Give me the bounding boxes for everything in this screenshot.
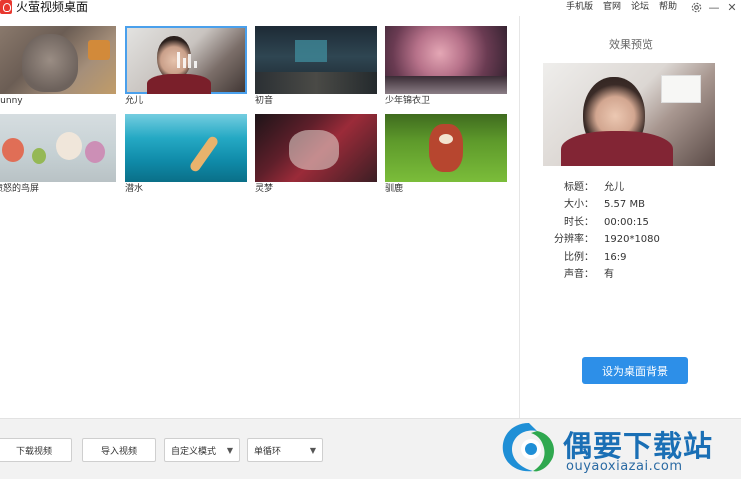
gear-icon[interactable] — [687, 0, 705, 14]
wallpaper-label: 少年锦衣卫 — [385, 96, 431, 106]
wallpaper-thumbnail[interactable] — [125, 114, 247, 182]
info-value: 5.57 MB — [604, 199, 645, 211]
info-row-title: 标题： 允儿 — [520, 179, 741, 196]
preview-panel: 效果预览 标题： 允儿 大小： 5.57 MB 时长： 00:00:15 分辨率… — [519, 16, 741, 418]
wallpaper-tile-deer[interactable]: 驯鹿 — [385, 114, 507, 195]
download-video-button[interactable]: 下载视频 — [0, 438, 72, 462]
info-value: 1920*1080 — [604, 234, 660, 246]
wallpaper-tile-yun[interactable]: 允儿 — [125, 26, 247, 107]
wallpaper-label: 灵梦 — [255, 184, 274, 194]
preview-image — [543, 63, 715, 166]
wallpaper-tile-birds[interactable]: 愤怒的鸟屏 — [0, 114, 116, 195]
wallpaper-thumbnail[interactable] — [125, 26, 247, 94]
preview-background-detail — [661, 75, 701, 103]
video-info: 标题： 允儿 大小： 5.57 MB 时长： 00:00:15 分辨率： 192… — [520, 179, 741, 283]
wallpaper-thumbnail[interactable] — [385, 26, 507, 94]
mode-select-value: 自定义模式 — [171, 446, 217, 457]
info-key: 分辨率： — [554, 234, 594, 246]
info-key: 比例： — [564, 251, 594, 263]
wallpaper-tile-dive[interactable]: 潜水 — [125, 114, 247, 195]
forum-link[interactable]: 论坛 — [631, 0, 649, 14]
wallpaper-label: 驯鹿 — [385, 184, 404, 194]
info-key: 标题： — [564, 182, 594, 193]
info-row-duration: 时长： 00:00:15 — [520, 214, 741, 231]
watermark-url: ouyaoxiazai.com — [566, 459, 683, 474]
info-key: 大小： — [564, 199, 594, 211]
chevron-down-icon: ▼ — [226, 445, 233, 455]
wallpaper-label: 愤怒的鸟屏 — [0, 184, 40, 194]
info-value: 16:9 — [604, 251, 627, 263]
playing-indicator-icon — [177, 52, 197, 68]
wallpaper-label: Bunny — [0, 96, 23, 106]
set-desktop-background-button[interactable]: 设为桌面背景 — [582, 357, 688, 384]
title-bar: 火萤视频桌面 手机版 官网 论坛 帮助 — ✕ — [0, 0, 741, 16]
chevron-down-icon: ▼ — [309, 445, 316, 455]
loop-select-value: 单循环 — [254, 446, 282, 457]
info-row-size: 大小： 5.57 MB — [520, 196, 741, 213]
wallpaper-tile-miku[interactable]: 初音 — [255, 26, 377, 107]
top-links: 手机版 官网 论坛 帮助 — ✕ — [566, 0, 741, 14]
info-row-ratio: 比例： 16:9 — [520, 249, 741, 266]
app-title: 火萤视频桌面 — [16, 0, 89, 14]
mobile-link[interactable]: 手机版 — [566, 0, 593, 14]
info-row-resolution: 分辨率： 1920*1080 — [520, 231, 741, 248]
wallpaper-tile-lingmeng[interactable]: 灵梦 — [255, 114, 377, 195]
preview-title: 效果预览 — [609, 38, 653, 51]
wallpaper-thumbnail[interactable] — [255, 26, 377, 94]
mode-select[interactable]: 自定义模式 ▼ — [164, 438, 240, 462]
official-site-link[interactable]: 官网 — [603, 0, 621, 14]
wallpaper-thumbnail[interactable] — [255, 114, 377, 182]
app-logo-icon — [0, 0, 12, 14]
wallpaper-tile-bunny[interactable]: Bunny — [0, 26, 116, 107]
import-video-button[interactable]: 导入视频 — [82, 438, 156, 462]
info-key: 声音： — [564, 268, 594, 280]
info-value: 有 — [604, 268, 614, 280]
watermark: 偶要下载站 ouyaoxiazai.com — [493, 419, 741, 477]
close-button[interactable]: ✕ — [723, 0, 741, 14]
minimize-button[interactable]: — — [705, 0, 723, 14]
info-value: 00:00:15 — [604, 216, 649, 228]
help-link[interactable]: 帮助 — [659, 0, 677, 14]
wallpaper-thumbnail[interactable] — [385, 114, 507, 182]
wallpaper-label: 初音 — [255, 96, 274, 106]
wallpaper-thumbnail[interactable] — [0, 114, 116, 182]
wallpaper-label: 潜水 — [125, 184, 144, 194]
wallpaper-tile-sakura[interactable]: 少年锦衣卫 — [385, 26, 507, 107]
wallpaper-thumbnail[interactable] — [0, 26, 116, 94]
info-value: 允儿 — [604, 182, 624, 193]
info-row-sound: 声音： 有 — [520, 266, 741, 283]
loop-select[interactable]: 单循环 ▼ — [247, 438, 323, 462]
watermark-logo-icon — [502, 423, 555, 472]
info-key: 时长： — [564, 216, 594, 228]
wallpaper-label: 允儿 — [125, 96, 144, 106]
